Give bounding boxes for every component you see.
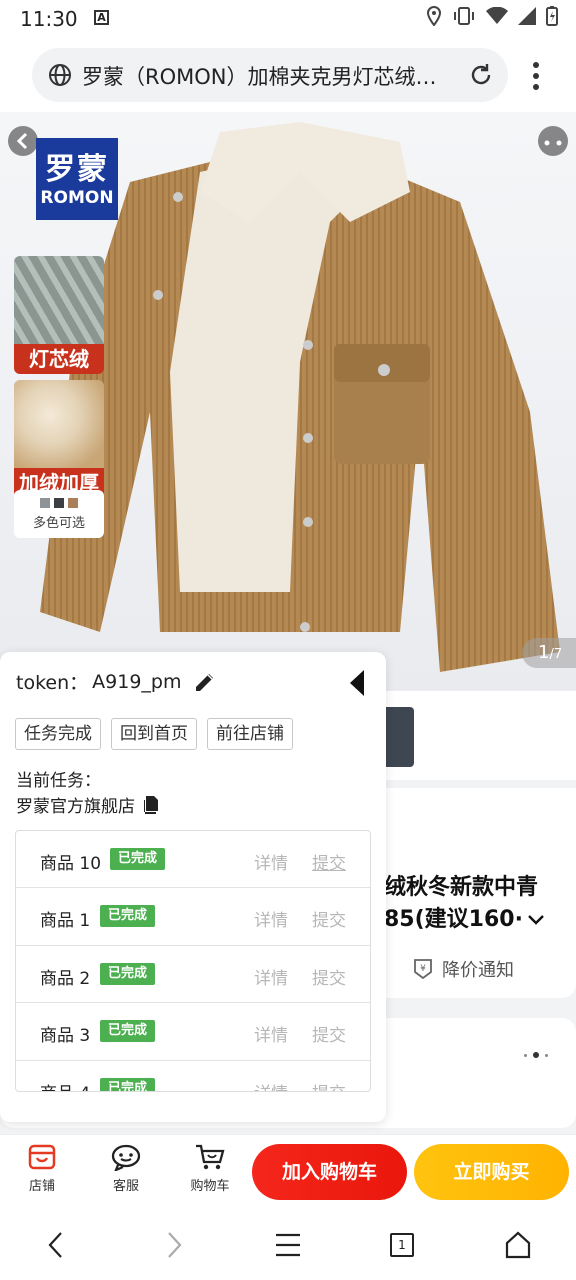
cart-label: 购物车 [190,1179,230,1194]
svg-text:¥: ¥ [420,964,426,974]
submit-link[interactable]: 提交 [312,906,346,931]
token-row: token： A919_pm [16,668,217,695]
bottom-action-bar: 店铺 客服 购物车 加入购物车 立即购买 [0,1134,576,1208]
list-item: 商品 4 已完成 详情 提交 [16,1061,370,1091]
collapse-panel-icon[interactable] [346,668,368,698]
token-value: A919_pm [92,670,182,693]
brand-logo-en: ROMON [40,188,114,208]
store-icon [28,1144,56,1170]
detail-link[interactable]: 详情 [254,1079,288,1091]
item-name: 商品 2 [40,968,91,989]
item-name: 商品 3 [40,1026,91,1047]
product-title: 绒秋冬新款中青 85(建议160· [384,872,564,936]
current-task: 罗蒙官方旗舰店 [16,792,159,817]
status-icons [426,6,558,26]
back-home-button[interactable]: 回到首页 [111,718,197,750]
brand-logo: 罗蒙 ROMON [36,138,118,220]
service-tab[interactable]: 客服 [96,1143,156,1194]
feature-corduroy-label: 灯芯绒 [14,344,104,374]
list-item: 商品 10 已完成 详情 提交 [16,831,370,889]
token-label: token： [16,672,89,694]
service-label: 客服 [112,1179,139,1194]
brand-logo-cn: 罗蒙 [45,152,109,187]
copy-icon[interactable] [141,795,159,815]
detail-link[interactable]: 详情 [254,1021,288,1046]
chevron-down-icon[interactable] [527,914,545,926]
back-overlay-button[interactable] [8,126,38,156]
cart-tab[interactable]: 购物车 [180,1143,240,1194]
tab-count: 1 [398,1238,406,1252]
submit-link[interactable]: 提交 [312,1079,346,1091]
store-label: 店铺 [28,1179,55,1194]
detail-link[interactable]: 详情 [254,964,288,989]
forward-icon[interactable] [162,1230,186,1260]
card-pagination-dots [524,1052,548,1058]
url-bar[interactable]: 罗蒙（ROMON）加棉夹克男灯芯绒… [32,48,508,102]
item-name: 商品 4 [40,1079,90,1091]
multi-color-tag: 多色可选 [14,490,104,538]
status-badge: 已完成 [110,848,166,870]
edit-pencil-icon[interactable] [193,670,217,694]
item-name: 商品 1 [40,911,91,932]
status-badge: 已完成 [100,905,156,928]
signal-icon [518,7,536,25]
status-badge: 已完成 [100,1020,156,1043]
feature-fleece: 加绒加厚 [14,380,104,498]
ellipsis-icon [544,140,562,146]
task-item-list[interactable]: 商品 10 已完成 详情 提交 商品 1 已完成 详情 提交 商品 2 已完成 … [15,830,371,1092]
browser-nav-bar: 1 [0,1208,576,1280]
price-notify-label: 降价通知 [442,960,514,981]
current-task-name: 罗蒙官方旗舰店 [16,797,135,817]
more-menu-icon[interactable] [524,60,548,94]
globe-icon [49,64,71,86]
location-icon [426,6,442,26]
chevron-left-icon [16,132,28,150]
price-tag-icon: ¥ [414,959,432,980]
product-image-carousel[interactable]: 罗蒙 ROMON 灯芯绒 加绒加厚 多色可选 1/7 [0,112,576,692]
detail-link[interactable]: 详情 [254,849,288,874]
list-item: 商品 2 已完成 详情 提交 [16,946,370,1004]
detail-link[interactable]: 详情 [254,906,288,931]
add-to-cart-button[interactable]: 加入购物车 [252,1144,407,1200]
product-title-line1: 绒秋冬新款中青 [384,875,539,900]
current-task-label: 当前任务： [16,771,101,791]
list-item: 商品 1 已完成 详情 提交 [16,888,370,946]
status-bar: 11:30 A [0,0,576,36]
status-time: 11:30 [20,7,78,31]
go-to-store-button[interactable]: 前往店铺 [207,718,293,750]
more-overlay-button[interactable] [538,126,568,156]
pager-total: /7 [549,647,563,662]
task-panel: token： A919_pm 任务完成 回到首页 前往店铺 当前任务： 罗蒙官方… [0,652,386,1122]
back-icon[interactable] [44,1230,68,1260]
vibrate-icon [454,7,474,25]
battery-icon [546,6,558,26]
pager-current: 1 [538,642,550,663]
status-badge: 已完成 [100,1077,156,1091]
list-item: 商品 3 已完成 详情 提交 [16,1003,370,1061]
submit-link[interactable]: 提交 [312,964,346,989]
reload-icon[interactable] [468,62,494,88]
price-notify-button[interactable]: ¥ 降价通知 [412,956,514,982]
task-complete-button[interactable]: 任务完成 [15,718,101,750]
status-badge: 已完成 [100,962,156,985]
chat-service-icon [111,1144,141,1171]
submit-link[interactable]: 提交 [312,849,346,874]
cart-icon [196,1144,225,1170]
image-pager: 1/7 [522,638,576,668]
home-icon[interactable] [504,1230,532,1260]
product-title-line2: 85(建议160· [384,907,523,932]
store-tab[interactable]: 店铺 [12,1143,72,1194]
panel-button-row: 任务完成 回到首页 前往店铺 [15,718,293,750]
submit-link[interactable]: 提交 [312,1021,346,1046]
multi-color-label: 多色可选 [32,516,85,531]
url-text[interactable]: 罗蒙（ROMON）加棉夹克男灯芯绒… [82,61,462,91]
feature-corduroy: 灯芯绒 [14,256,104,374]
wifi-icon [486,7,508,24]
notification-a-icon: A [94,10,109,25]
item-name: 商品 10 [40,854,102,874]
tabs-count-button[interactable]: 1 [390,1233,414,1257]
buy-now-button[interactable]: 立即购买 [414,1144,569,1200]
hamburger-menu-icon[interactable] [274,1230,302,1260]
